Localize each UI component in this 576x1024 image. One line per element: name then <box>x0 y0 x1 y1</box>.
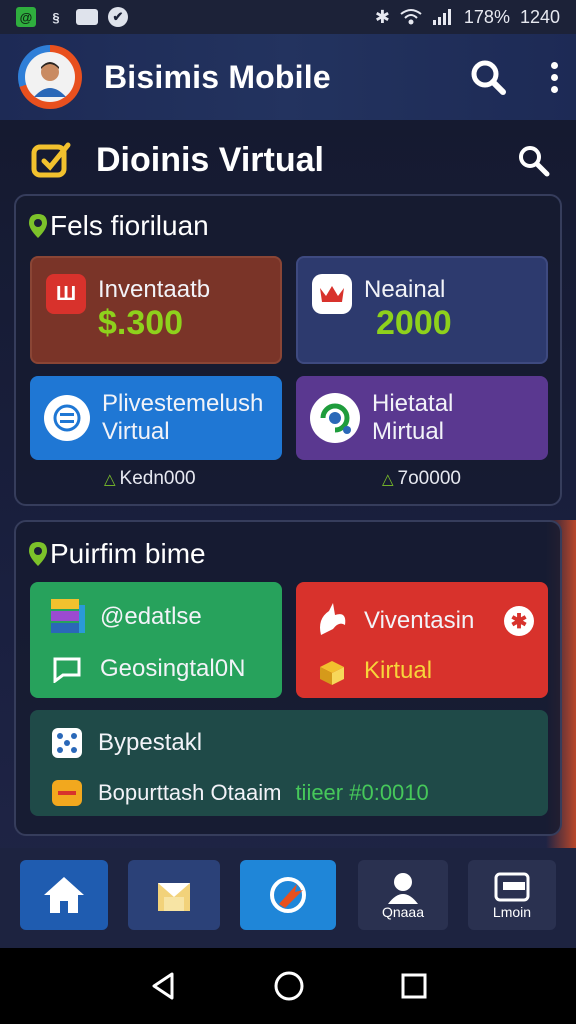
search-icon[interactable] <box>516 143 550 177</box>
fox-icon <box>310 598 356 644</box>
neainal-card[interactable]: Neainal 2000 <box>296 256 548 364</box>
location-pin-icon <box>29 214 47 238</box>
avatar-portrait <box>25 52 75 102</box>
nav-profile[interactable]: Qnaaa <box>358 860 448 930</box>
ticket-icon <box>44 770 90 816</box>
status-indicators: ✱ 178% 1240 <box>375 7 560 28</box>
section-header: Dioinis Virtual <box>30 136 550 184</box>
status-bar: @ § ✔ ✱ 178% 1240 <box>0 0 576 34</box>
hietatal-card[interactable]: Hietatal Mirtual <box>296 376 548 460</box>
nav-label: Lmoin <box>492 904 532 920</box>
user-group-icon <box>388 873 418 904</box>
sync-icon: § <box>52 9 60 25</box>
section-title: Dioinis Virtual <box>96 140 324 179</box>
wifi-icon <box>400 9 422 25</box>
card-label-line1: @edatlse <box>100 603 202 631</box>
panel-title-text: Fels fioriluan <box>50 210 209 241</box>
inventory-card[interactable]: Ш Inventaatb $.300 <box>30 256 282 364</box>
location-pin-icon <box>29 542 47 566</box>
status-notifications: @ § ✔ <box>16 7 128 27</box>
recents-icon[interactable] <box>400 972 428 1000</box>
wallet-icon <box>494 872 530 902</box>
card-label-line1: Hietatal <box>372 390 454 418</box>
stack-icon <box>44 594 90 640</box>
inventory-icon: Ш <box>46 274 86 314</box>
card-highlight: tiieer #0:0010 <box>295 780 429 805</box>
footnote-text: Kedn000 <box>119 468 196 489</box>
database-card[interactable]: @edatlse Geosingtal0N <box>30 582 282 698</box>
shield-icon: ✔ <box>108 7 128 27</box>
more-options-icon[interactable] <box>551 61 558 93</box>
cube-icon <box>310 648 356 694</box>
card-value: 2000 <box>376 304 452 343</box>
edit-icon <box>31 142 71 178</box>
alert-badge-icon: ✱ <box>504 606 534 636</box>
person-icon <box>34 62 66 97</box>
footnote-right: △ 7o0000 <box>382 468 461 490</box>
nav-home[interactable] <box>20 860 108 930</box>
nav-label: Qnaaa <box>381 904 425 920</box>
gallery-icon <box>76 9 98 25</box>
card-label-line2: Bopurttash Otaaim <box>98 780 282 806</box>
nav-login[interactable]: Lmoin <box>468 860 556 930</box>
triangle-up-icon: △ <box>104 471 116 488</box>
card-label-line2: Mirtual <box>372 418 445 445</box>
card-label-line1: Plivestemelush <box>102 390 264 418</box>
system-navigation-bar <box>0 948 576 1024</box>
triangle-up-icon: △ <box>382 471 394 488</box>
refresh-icon <box>310 393 360 443</box>
panel-title: Fels fioriluan <box>28 210 209 242</box>
footnote-left: △ Kedn000 <box>104 468 196 490</box>
viventasin-card[interactable]: Viventasin ✱ Kirtual <box>296 582 548 698</box>
nav-inbox[interactable] <box>128 860 220 930</box>
card-value: $.300 <box>98 304 184 343</box>
card-label-line1: Bypestakl <box>98 729 203 757</box>
panel-title-text: Puirfim bime <box>50 538 206 569</box>
vibrate-icon: ✱ <box>374 6 390 27</box>
chat-icon <box>44 646 90 692</box>
app-actions <box>469 58 558 96</box>
card-label-line2: Virtual <box>102 418 170 445</box>
card-label: Neainal <box>364 275 446 303</box>
clock: 1240 <box>519 6 560 27</box>
home-circle-icon[interactable] <box>273 970 305 1002</box>
card-label-line2: Geosingtal0N <box>100 655 246 683</box>
app-title: Bisimis Mobile <box>104 58 331 95</box>
back-icon[interactable] <box>148 971 178 1001</box>
battery-percent: 178% <box>463 6 510 27</box>
crown-icon <box>312 274 352 314</box>
mail-icon <box>158 883 190 911</box>
panel-title: Puirfim bime <box>28 538 206 570</box>
card-label: Inventaatb <box>98 275 211 303</box>
equals-icon <box>44 395 90 441</box>
investment-virtual-card[interactable]: Plivestemelush Virtual <box>30 376 282 460</box>
app-notification-icon: @ <box>16 7 36 27</box>
bypestakl-card[interactable]: Bypestakl Bopurttash Otaaim tiieer #0:00… <box>30 710 548 816</box>
card-label-line1: Viventasin <box>364 607 475 635</box>
home-icon <box>44 877 84 913</box>
footnote-text: 7o0000 <box>397 468 461 489</box>
app-bar: Bisimis Mobile <box>0 34 576 120</box>
bottom-nav: Qnaaa Lmoin <box>0 848 576 948</box>
card-label-line2: Kirtual <box>364 657 433 685</box>
search-icon[interactable] <box>469 58 507 96</box>
rocket-icon <box>270 877 306 913</box>
signal-icon <box>432 9 451 25</box>
nav-center[interactable] <box>240 860 336 930</box>
avatar[interactable] <box>18 45 82 109</box>
dice-icon <box>44 720 90 766</box>
